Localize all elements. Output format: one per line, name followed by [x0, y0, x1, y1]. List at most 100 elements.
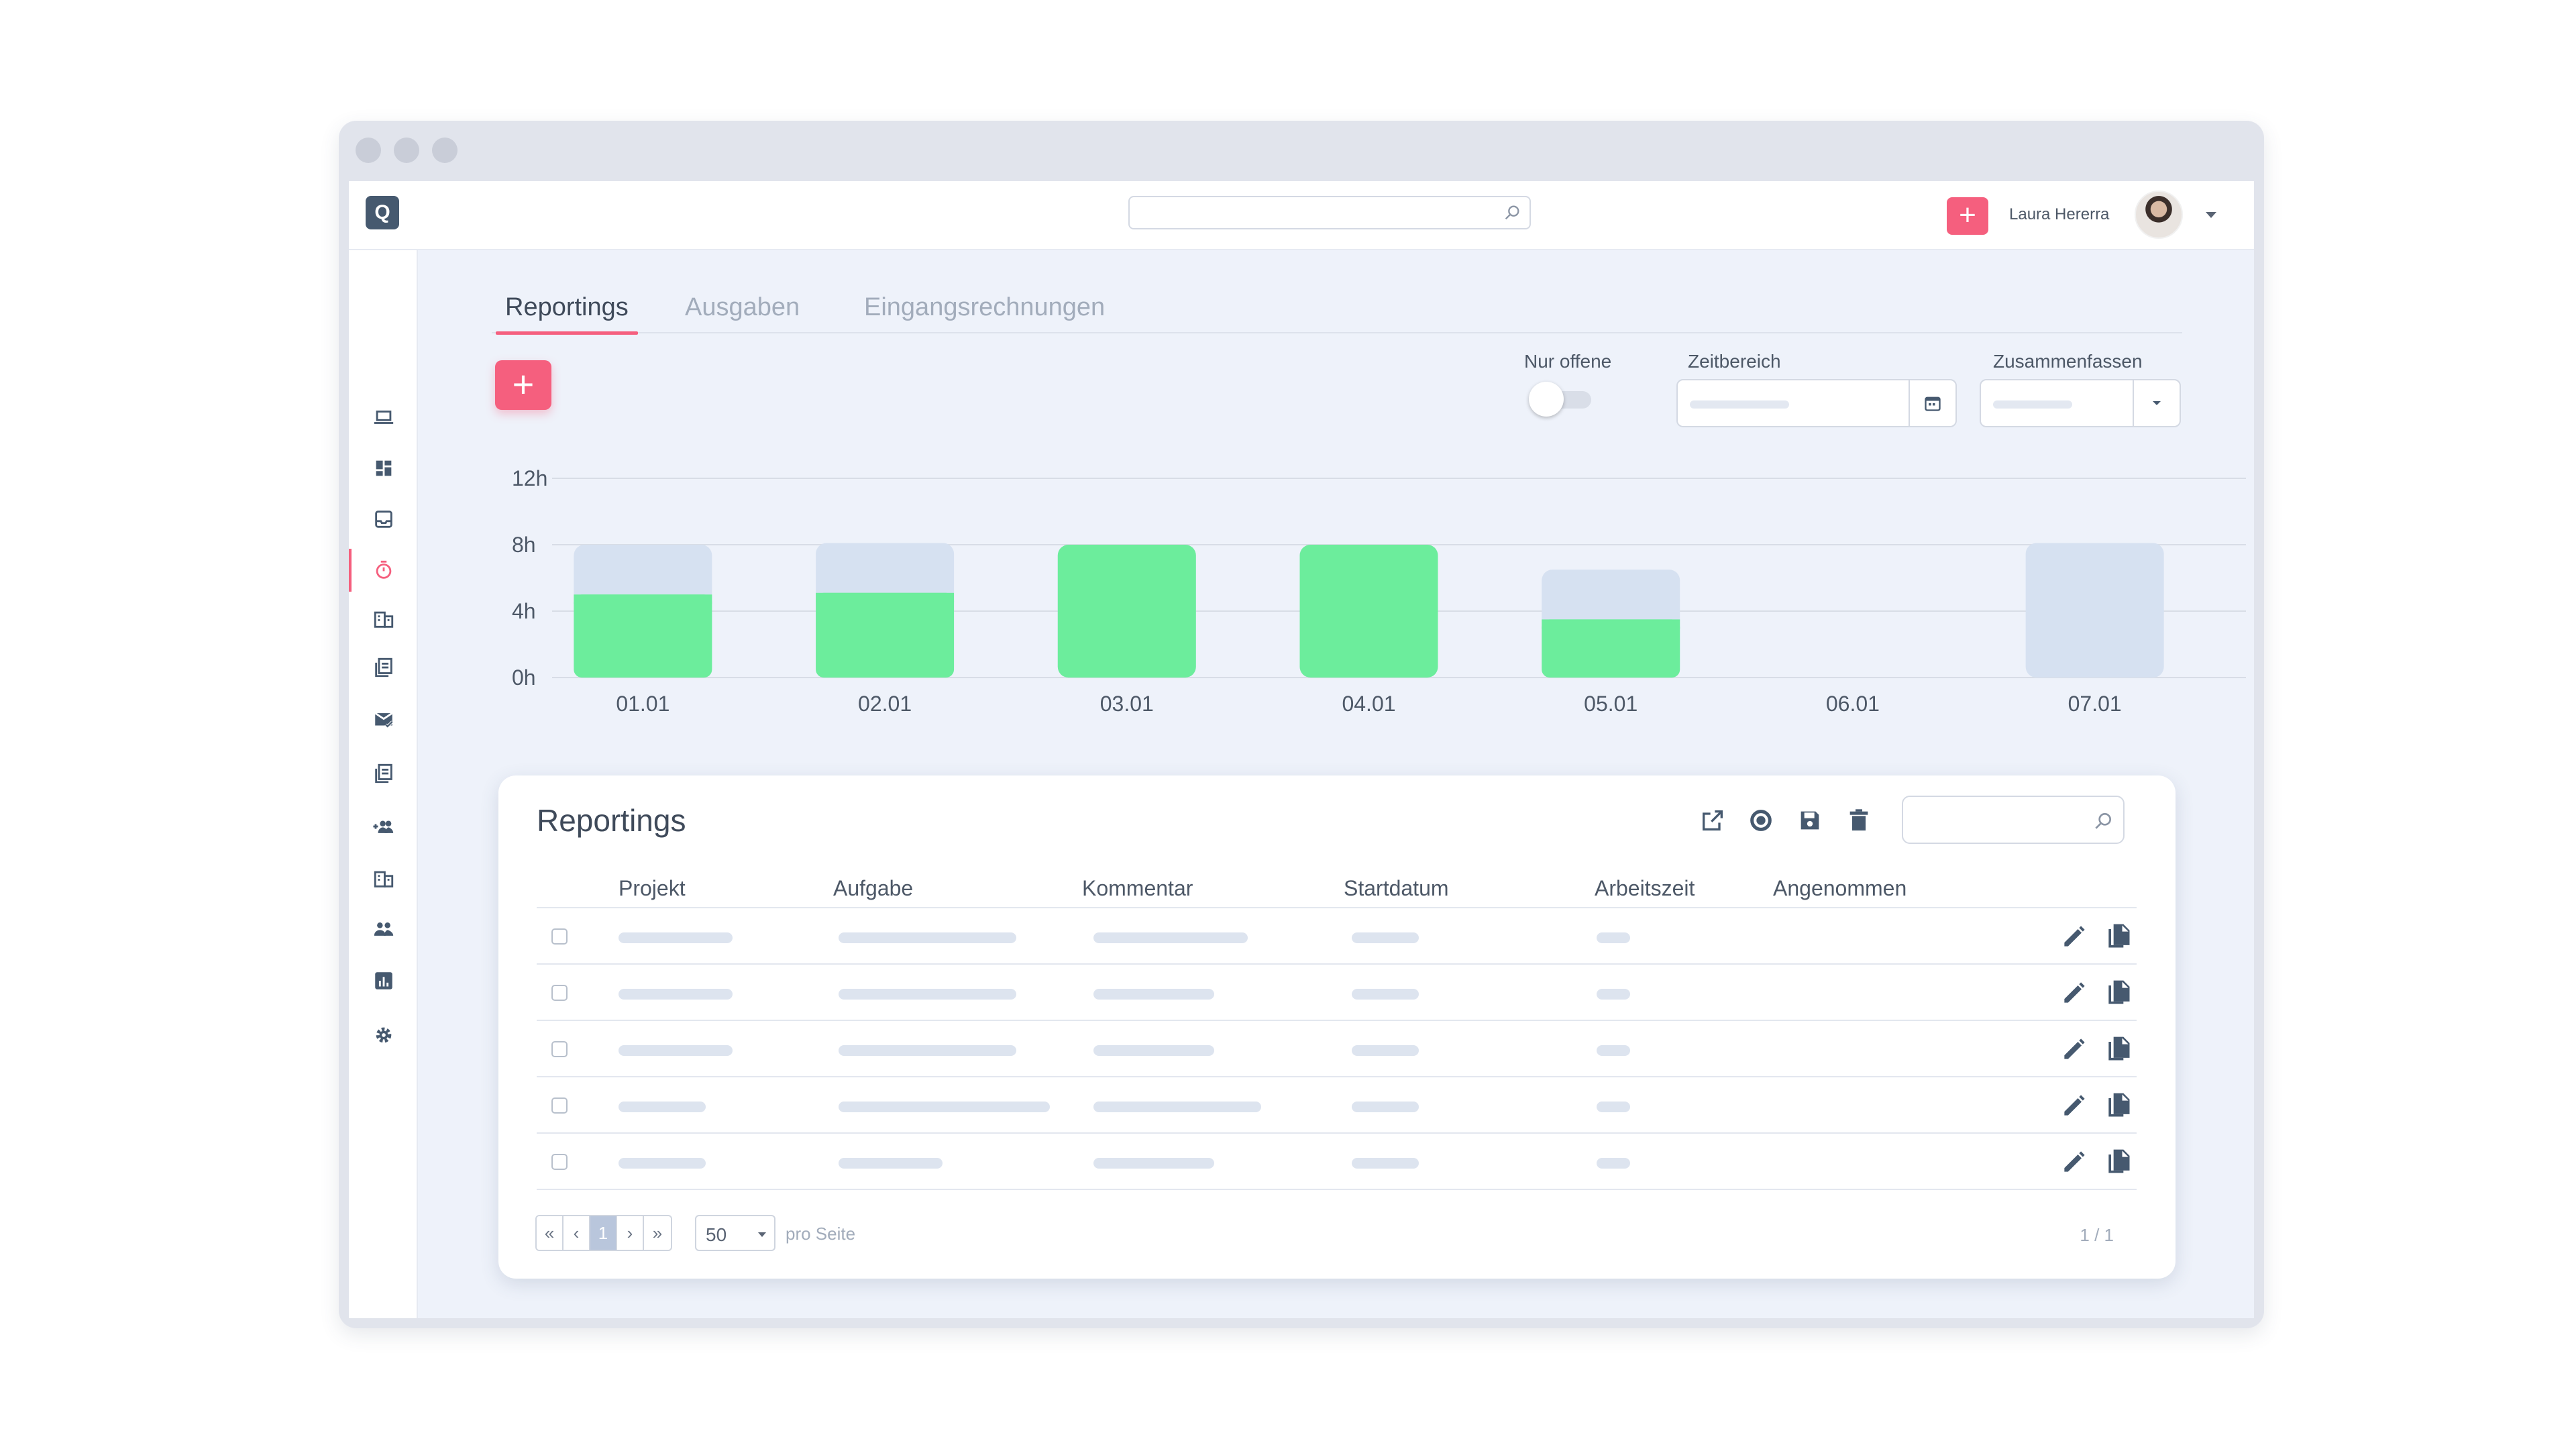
edit-row-button[interactable]: [2059, 978, 2089, 1008]
tab-ausgaben[interactable]: Ausgaben: [685, 293, 800, 333]
pencil-icon: [2064, 982, 2085, 1003]
sidebar-item-team[interactable]: [349, 908, 418, 951]
save-button[interactable]: [1793, 804, 1827, 837]
logo-icon[interactable]: Q: [366, 196, 399, 229]
per-page-select[interactable]: 50: [695, 1215, 775, 1251]
time-range-label: Zeitbereich: [1688, 351, 1781, 372]
avatar[interactable]: [2135, 191, 2183, 239]
sidebar-item-add-contact[interactable]: [349, 805, 418, 848]
window-dot-maximize[interactable]: [432, 138, 458, 163]
sidebar-item-inbox[interactable]: [349, 498, 418, 541]
window-dot-minimize[interactable]: [394, 138, 419, 163]
copy-row-button[interactable]: [2104, 1091, 2133, 1120]
copy-icon: [2108, 1149, 2130, 1173]
chevron-down-icon[interactable]: [2206, 212, 2216, 218]
column-header-projekt[interactable]: Projekt: [619, 876, 686, 901]
x-tick-label: 03.01: [1100, 692, 1154, 716]
row-checkbox[interactable]: [551, 928, 568, 945]
record-button[interactable]: [1744, 804, 1778, 837]
row-checkbox[interactable]: [551, 985, 568, 1001]
tab-reportings[interactable]: Reportings: [496, 293, 638, 335]
y-tick-label: 4h: [512, 599, 536, 623]
sidebar-item-invoices[interactable]: [349, 752, 418, 795]
bar-done-top-02.01: [816, 592, 955, 602]
edit-row-button[interactable]: [2059, 1091, 2089, 1120]
cell-placeholder-arbeitszeit: [1597, 932, 1630, 943]
window-dot-close[interactable]: [356, 138, 381, 163]
sidebar-item-companies[interactable]: [349, 598, 418, 641]
sidebar-item-workstation[interactable]: [349, 396, 418, 439]
user-name[interactable]: Laura Hererra: [2009, 205, 2109, 224]
export-icon: [1703, 810, 1723, 830]
table-row[interactable]: [537, 1134, 2137, 1190]
sidebar-item-time-tracking[interactable]: [349, 549, 418, 592]
column-header-kommentar[interactable]: Kommentar: [1082, 876, 1193, 901]
time-range-input[interactable]: [1676, 379, 1957, 427]
pencil-icon: [2064, 926, 2085, 947]
table-row[interactable]: [537, 908, 2137, 965]
open-only-toggle-knob[interactable]: [1529, 382, 1564, 417]
top-bar: Q + Laura Hererra: [349, 181, 2254, 250]
save-icon: [1801, 811, 1819, 830]
quick-add-button[interactable]: +: [1947, 197, 1988, 235]
row-checkbox[interactable]: [551, 1097, 568, 1114]
sidebar: [349, 250, 418, 1318]
table-row[interactable]: [537, 1021, 2137, 1077]
next-page-button[interactable]: ›: [617, 1216, 644, 1250]
column-header-startdatum[interactable]: Startdatum: [1344, 876, 1449, 901]
calendar-icon: [1925, 396, 1941, 411]
pencil-icon: [2064, 1151, 2085, 1172]
edit-row-button[interactable]: [2059, 1034, 2089, 1064]
x-tick-label: 05.01: [1584, 692, 1638, 716]
sidebar-item-documents[interactable]: [349, 646, 418, 689]
tab-eingangsrechnungen[interactable]: Eingangsrechnungen: [864, 293, 1105, 333]
y-tick-label: 12h: [512, 466, 547, 490]
edit-row-button[interactable]: [2059, 922, 2089, 951]
global-search-input[interactable]: [1128, 196, 1531, 229]
summarize-label: Zusammenfassen: [1993, 351, 2143, 372]
column-header-aufgabe[interactable]: Aufgabe: [833, 876, 913, 901]
copy-row-button[interactable]: [2104, 1034, 2133, 1064]
cell-placeholder-aufgabe: [839, 1102, 1050, 1112]
x-tick-label: 07.01: [2068, 692, 2122, 716]
cell-placeholder-arbeitszeit: [1597, 1102, 1630, 1112]
main-content: Reportings Ausgaben Eingangsrechnungen +…: [418, 250, 2254, 1318]
prev-page-button[interactable]: ‹: [564, 1216, 590, 1250]
summarize-dropdown-button[interactable]: [2133, 380, 2180, 426]
table-row[interactable]: [537, 1077, 2137, 1134]
cell-placeholder-arbeitszeit: [1597, 1158, 1630, 1169]
cell-placeholder-kommentar: [1093, 1102, 1261, 1112]
add-reporting-button[interactable]: +: [495, 360, 551, 410]
copy-icon: [2108, 980, 2130, 1004]
export-button[interactable]: [1696, 804, 1729, 837]
sidebar-item-reports[interactable]: [349, 959, 418, 1002]
first-page-button[interactable]: «: [537, 1216, 564, 1250]
cell-placeholder-startdatum: [1352, 1102, 1419, 1112]
delete-button[interactable]: [1842, 804, 1876, 837]
table-row[interactable]: [537, 965, 2137, 1021]
table-search-input[interactable]: [1902, 796, 2125, 844]
reportings-card: Reportings Projekt Aufgabe Kommentar Sta…: [498, 775, 2176, 1279]
sidebar-item-organizations[interactable]: [349, 857, 418, 900]
edit-row-button[interactable]: [2059, 1147, 2089, 1177]
column-header-angenommen[interactable]: Angenommen: [1773, 876, 1907, 901]
y-tick-label: 0h: [512, 665, 536, 690]
copy-row-button[interactable]: [2104, 1147, 2133, 1177]
row-checkbox[interactable]: [551, 1154, 568, 1170]
column-header-arbeitszeit[interactable]: Arbeitszeit: [1595, 876, 1695, 901]
current-page[interactable]: 1: [590, 1216, 617, 1250]
bar-chart-icon: [374, 972, 392, 989]
last-page-button[interactable]: »: [644, 1216, 671, 1250]
copy-row-button[interactable]: [2104, 978, 2133, 1008]
row-checkbox[interactable]: [551, 1041, 568, 1057]
mail-check-icon: [374, 712, 393, 729]
sidebar-item-settings[interactable]: [349, 1014, 418, 1057]
sidebar-item-dashboard[interactable]: [349, 447, 418, 490]
summarize-select[interactable]: [1980, 379, 2181, 427]
copy-row-button[interactable]: [2104, 922, 2133, 951]
cell-placeholder-aufgabe: [839, 989, 1016, 1000]
sidebar-item-mail[interactable]: [349, 698, 418, 741]
date-picker-button[interactable]: [1909, 380, 1955, 426]
cell-placeholder-arbeitszeit: [1597, 1045, 1630, 1056]
tab-bar: Reportings Ausgaben Eingangsrechnungen: [492, 286, 2182, 335]
